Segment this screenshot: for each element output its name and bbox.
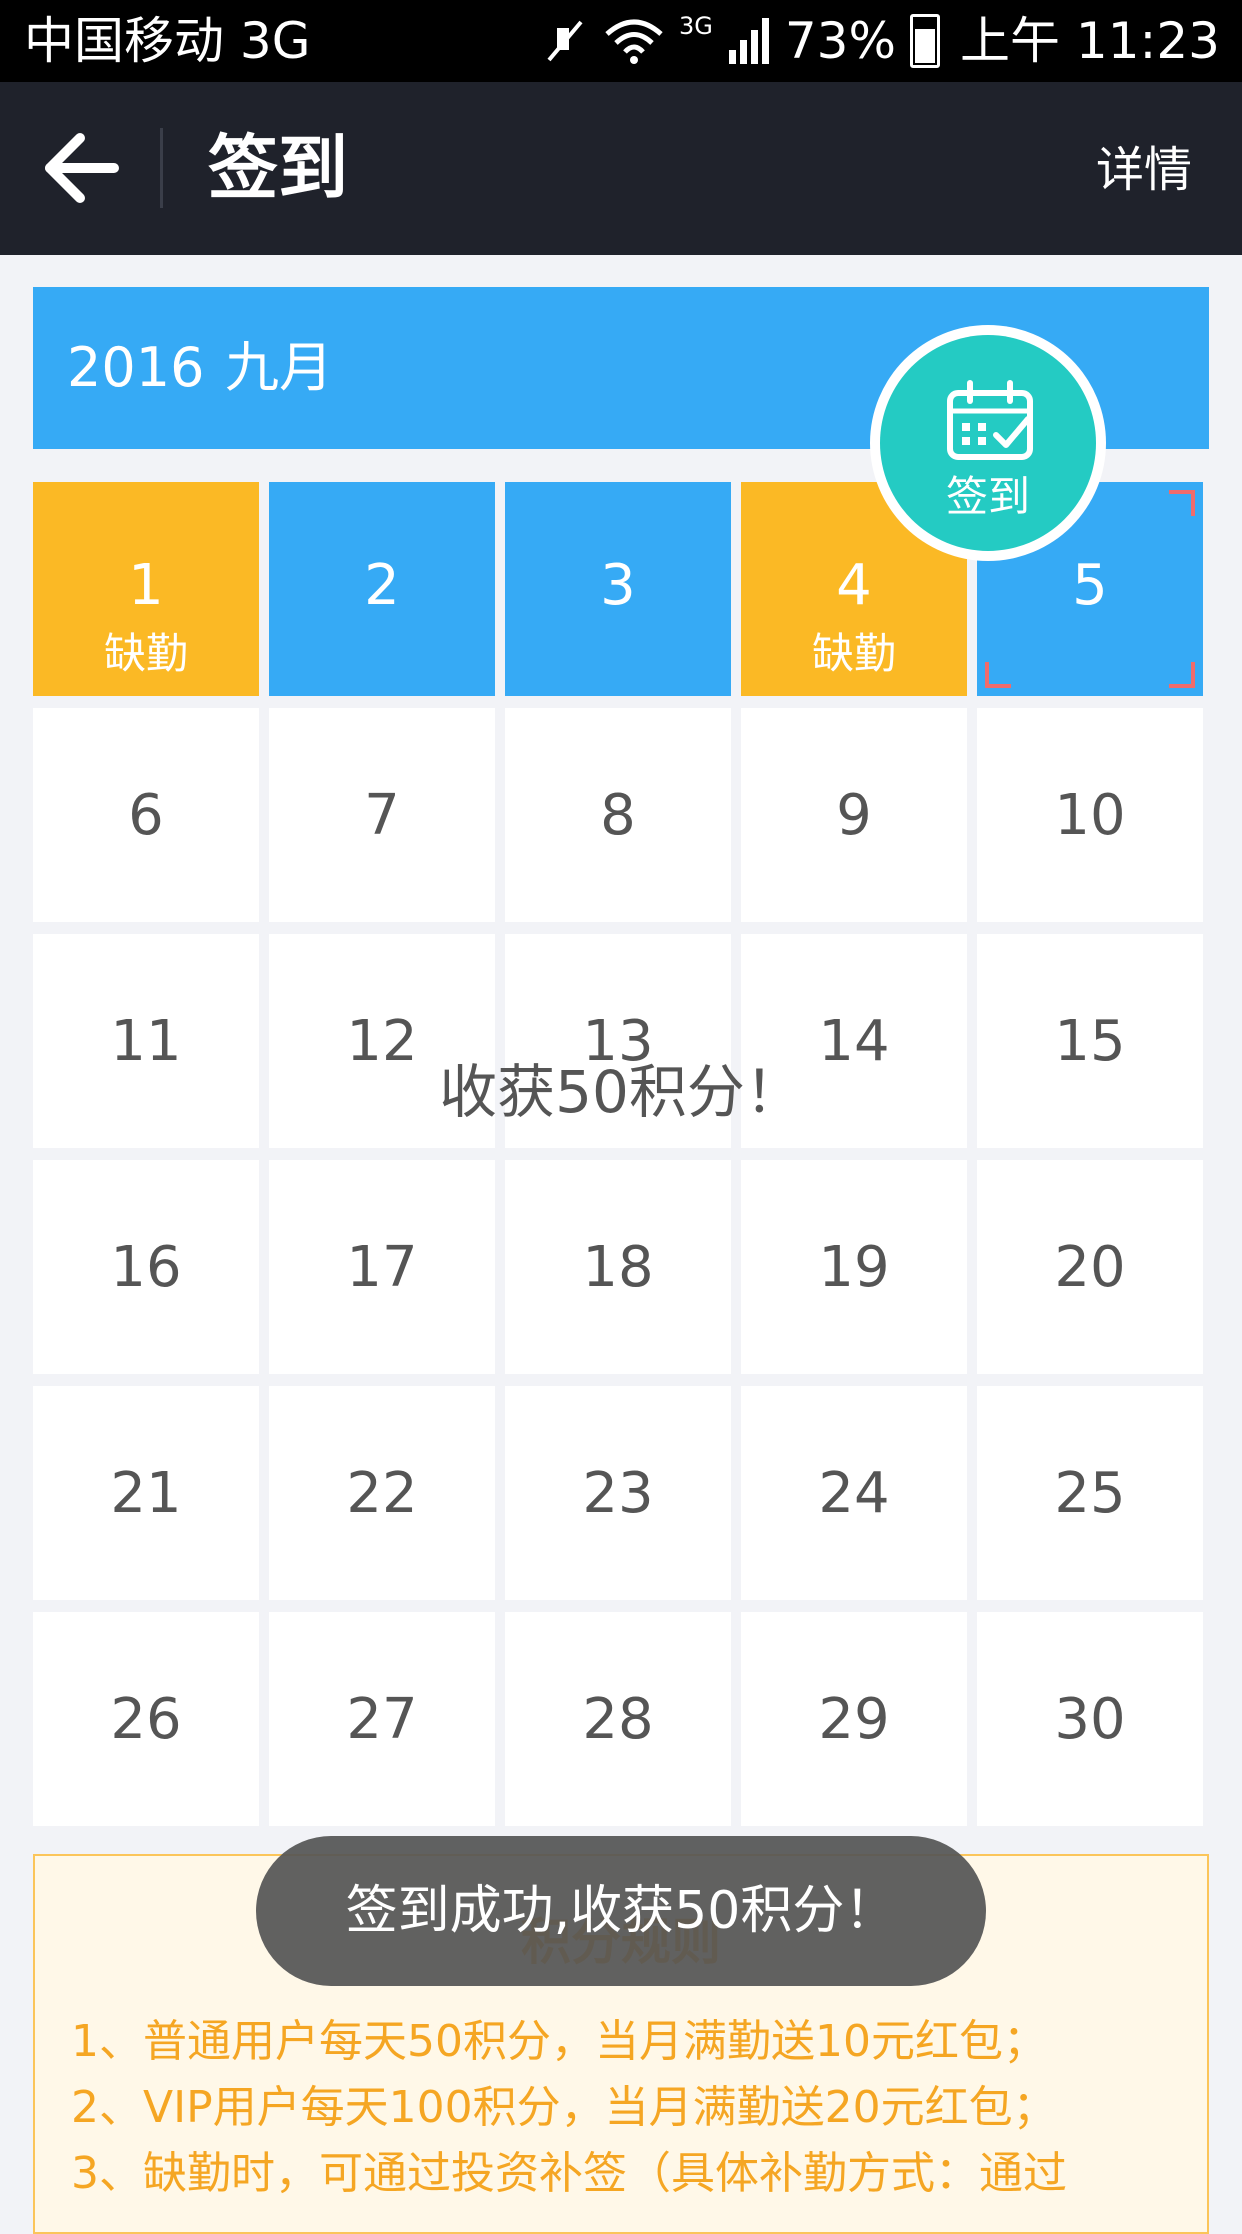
calendar-day-9[interactable]: 9: [741, 708, 967, 922]
calendar-day-10[interactable]: 10: [977, 708, 1203, 922]
day-number: 25: [1054, 1461, 1126, 1526]
day-number: 18: [582, 1235, 654, 1300]
calendar-day-16[interactable]: 16: [33, 1160, 259, 1374]
carrier-label: 中国移动 3G: [24, 12, 311, 70]
day-number: 27: [346, 1687, 418, 1752]
status-icons: 3G 73% 上午 11:23: [539, 0, 1220, 82]
mute-icon: [547, 20, 583, 62]
calendar-day-28[interactable]: 28: [505, 1612, 731, 1826]
day-number: 10: [1054, 783, 1126, 848]
nav-bar: 签到 详情: [0, 82, 1242, 255]
day-number: 2: [364, 553, 400, 618]
battery-percent: 73%: [784, 12, 896, 70]
calendar-day-22[interactable]: 22: [269, 1386, 495, 1600]
day-number: 22: [346, 1461, 418, 1526]
page-title: 签到: [208, 127, 348, 209]
battery-icon: [910, 14, 940, 68]
calendar-check-icon: [947, 380, 1033, 460]
calendar-day-2[interactable]: 2: [269, 482, 495, 696]
calendar-day-21[interactable]: 21: [33, 1386, 259, 1600]
rule-item: 2、VIP用户每天100积分，当月满勤送20元红包；: [71, 2082, 1057, 2133]
month-name: 九月: [225, 336, 333, 399]
calendar-day-20[interactable]: 20: [977, 1160, 1203, 1374]
day-number: 20: [1054, 1235, 1126, 1300]
rule-item: 1、普通用户每天50积分，当月满勤送10元红包；: [71, 2016, 1047, 2067]
clock: 上午 11:23: [960, 12, 1220, 70]
calendar-day-24[interactable]: 24: [741, 1386, 967, 1600]
checkin-button-face[interactable]: 签到: [880, 335, 1096, 551]
toast-message: 签到成功,收获50积分！: [256, 1836, 986, 1986]
day-status-label: 缺勤: [103, 629, 188, 678]
nav-divider: [160, 128, 163, 208]
checkin-button[interactable]: 签到: [870, 325, 1106, 561]
back-arrow-icon[interactable]: [40, 126, 124, 210]
network-type: 3G: [678, 12, 713, 40]
today-marker-corner: [985, 662, 1011, 688]
day-number: 5: [1072, 553, 1108, 618]
day-number: 24: [818, 1461, 890, 1526]
day-number: 16: [110, 1235, 182, 1300]
checkin-label: 签到: [945, 472, 1030, 521]
day-number: 9: [836, 783, 872, 848]
calendar-day-26[interactable]: 26: [33, 1612, 259, 1826]
day-number: 19: [818, 1235, 890, 1300]
today-marker-corner: [1169, 662, 1195, 688]
day-number: 30: [1054, 1687, 1126, 1752]
calendar-day-18[interactable]: 18: [505, 1160, 731, 1374]
wifi-icon: [605, 19, 663, 64]
today-marker-corner: [1169, 490, 1195, 516]
calendar-day-27[interactable]: 27: [269, 1612, 495, 1826]
signal-icon: [728, 18, 769, 64]
day-number: 17: [346, 1235, 418, 1300]
calendar-day-3[interactable]: 3: [505, 482, 731, 696]
calendar-day-25[interactable]: 25: [977, 1386, 1203, 1600]
day-number: 28: [582, 1687, 654, 1752]
day-number: 6: [128, 783, 164, 848]
day-number: 7: [364, 783, 400, 848]
calendar-day-7[interactable]: 7: [269, 708, 495, 922]
rule-item: 3、缺勤时，可通过投资补签（具体补勤方式：通过: [71, 2148, 1067, 2199]
status-bar: 中国移动 3G 3G 73% 上午 11:23: [0, 0, 1242, 82]
day-status-label: 缺勤: [811, 629, 896, 678]
day-number: 29: [818, 1687, 890, 1752]
detail-button[interactable]: 详情: [1096, 138, 1192, 202]
calendar-day-23[interactable]: 23: [505, 1386, 731, 1600]
month-year: 2016: [67, 336, 205, 399]
day-number: 26: [110, 1687, 182, 1752]
day-number: 1: [128, 553, 164, 618]
calendar-day-19[interactable]: 19: [741, 1160, 967, 1374]
calendar-day-1[interactable]: 1 缺勤: [33, 482, 259, 696]
day-number: 8: [600, 783, 636, 848]
calendar-day-6[interactable]: 6: [33, 708, 259, 922]
day-number: 4: [836, 553, 872, 618]
calendar-day-8[interactable]: 8: [505, 708, 731, 922]
calendar-day-29[interactable]: 29: [741, 1612, 967, 1826]
day-number: 21: [110, 1461, 182, 1526]
calendar-day-30[interactable]: 30: [977, 1612, 1203, 1826]
day-number: 23: [582, 1461, 654, 1526]
calendar-day-17[interactable]: 17: [269, 1160, 495, 1374]
points-message: 收获50积分！: [439, 1058, 803, 1126]
day-number: 3: [600, 553, 636, 618]
